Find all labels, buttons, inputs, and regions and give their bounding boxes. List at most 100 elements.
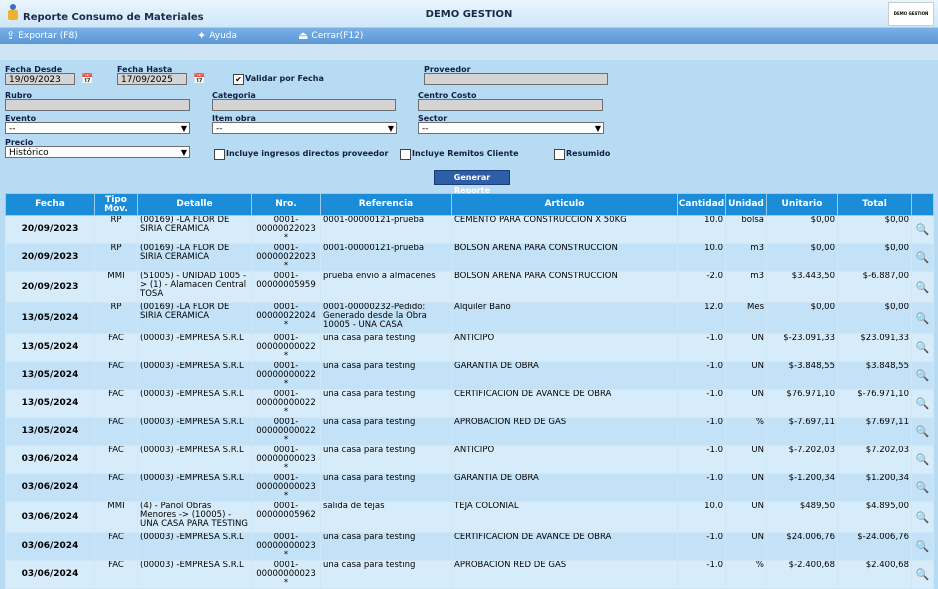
table-row[interactable]: 20/09/2023 RP (00169) -LA FLOR DE SIRIA CE… [5,215,934,244]
cell-unidad: UN [725,501,767,533]
cell-total: $4.895,00 [837,501,912,533]
fecha-desde-input[interactable]: 19/09/2023 [5,73,75,85]
cell-cantidad: -1.0 [677,417,726,446]
table-row[interactable]: 13/05/2024 FAC (00003) -EMPRESA S.R.L 0001-… [5,361,934,390]
resumido-checkbox[interactable] [554,149,565,160]
col-header[interactable]: Articulo [451,193,678,216]
cell-detalle: (4) - Pañol Obras Menores -> (10005) - U… [137,501,252,533]
cell-fecha: 03/06/2024 [5,560,95,589]
precio-select[interactable]: Histórico ▼ [5,146,190,158]
cell-tipo: FAC [94,333,138,362]
cell-fecha: 13/05/2024 [5,333,95,362]
chevron-down-icon: ▼ [594,124,601,133]
col-header[interactable]: Total [837,193,912,216]
cell-fecha: 20/09/2023 [5,271,95,303]
cell-fecha: 13/05/2024 [5,417,95,446]
row-detail-icon[interactable]: 🔍 [911,333,934,362]
col-header[interactable]: Detalle [137,193,252,216]
cell-total: $1.200,34 [837,473,912,502]
cell-total: $-6.887,00 [837,271,912,303]
row-detail-icon[interactable]: 🔍 [911,361,934,390]
cell-articulo: CEMENTO PARA CONSTRUCCION X 50KG [451,215,678,244]
table-row[interactable]: 20/09/2023 MMI (51005) - UNIDAD 1005 -> (1… [5,271,934,303]
cell-nro: 0001-00000000023 * [251,445,321,474]
cell-nro: 0001-00000000023 * [251,473,321,502]
cell-detalle: (00003) -EMPRESA S.R.L [137,445,252,474]
cell-nro: 0001-00000022023 * [251,215,321,244]
centro-costo-input[interactable] [418,99,603,111]
table-row[interactable]: 03/06/2024 FAC (00003) -EMPRESA S.R.L 0001-… [5,445,934,474]
row-detail-icon[interactable]: 🔍 [911,215,934,244]
col-header[interactable]: Unitario [766,193,838,216]
calendar-icon[interactable]: 📅 [81,73,94,86]
col-header[interactable]: Cantidad [677,193,726,216]
fecha-hasta-input[interactable]: 17/09/2025 [117,73,187,85]
cell-tipo: RP [94,302,138,334]
table-row[interactable]: 03/06/2024 FAC (00003) -EMPRESA S.R.L 0001-… [5,560,934,589]
cell-nro: 0001-00000022023 * [251,243,321,272]
row-detail-icon[interactable]: 🔍 [911,473,934,502]
cell-unidad: UN [725,361,767,390]
table-row[interactable]: 03/06/2024 FAC (00003) -EMPRESA S.R.L 0001-… [5,473,934,502]
export-button[interactable]: ⇪ Exportar (F8) [6,30,78,41]
table-row[interactable]: 20/09/2023 RP (00169) -LA FLOR DE SIRIA CE… [5,243,934,272]
row-detail-icon[interactable]: 🔍 [911,532,934,561]
row-detail-icon[interactable]: 🔍 [911,302,934,334]
cell-total: $23.091,33 [837,333,912,362]
evento-select[interactable]: -- ▼ [5,122,190,134]
cell-fecha: 03/06/2024 [5,532,95,561]
rubro-input[interactable] [5,99,190,111]
table-row[interactable]: 03/06/2024 MMI (4) - Pañol Obras Menores -… [5,501,934,533]
cell-nro: 0001-00000000022 * [251,333,321,362]
cell-total: $-24.006,76 [837,532,912,561]
proveedor-input[interactable] [424,73,608,85]
cell-unitario: $-7.697,11 [766,417,838,446]
col-header[interactable]: Referencia [320,193,452,216]
row-detail-icon[interactable]: 🔍 [911,417,934,446]
calendar-icon[interactable]: 📅 [193,73,206,86]
row-detail-icon[interactable]: 🔍 [911,243,934,272]
col-header[interactable]: Nro. [251,193,321,216]
sector-select[interactable]: -- ▼ [418,122,604,134]
cell-articulo: APROBACION RED DE GAS [451,560,678,589]
row-detail-icon[interactable]: 🔍 [911,389,934,418]
item-obra-select[interactable]: -- ▼ [212,122,397,134]
table-row[interactable]: 13/05/2024 FAC (00003) -EMPRESA S.R.L 0001-… [5,389,934,418]
generar-reporte-button[interactable]: Generar Reporte [434,170,510,195]
cell-detalle: (00169) -LA FLOR DE SIRIA CERAMICA [137,302,252,334]
row-detail-icon[interactable]: 🔍 [911,271,934,303]
chevron-down-icon: ▼ [180,148,187,157]
cell-unitario: $0,00 [766,243,838,272]
row-detail-icon[interactable]: 🔍 [911,445,934,474]
cell-unitario: $76.971,10 [766,389,838,418]
row-detail-icon[interactable]: 🔍 [911,501,934,533]
cell-unidad: UN [725,473,767,502]
help-button[interactable]: ✦ Ayuda [197,30,237,41]
cell-cantidad: -1.0 [677,473,726,502]
table-row[interactable]: 13/05/2024 FAC (00003) -EMPRESA S.R.L 0001-… [5,417,934,446]
incluye-remitos-checkbox[interactable] [400,149,411,160]
close-button[interactable]: ⏏ Cerrar(F12) [298,30,363,41]
cell-articulo: CERTIFICACION DE AVANCE DE OBRA [451,532,678,561]
cell-referencia: 0001-00000232-Pedido: Generado desde la … [320,302,452,334]
row-detail-icon[interactable]: 🔍 [911,560,934,589]
table-row[interactable]: 13/05/2024 RP (00169) -LA FLOR DE SIRIA CE… [5,302,934,334]
cell-nro: 0001-00000000023 * [251,532,321,561]
table-row[interactable]: 03/06/2024 FAC (00003) -EMPRESA S.R.L 0001-… [5,532,934,561]
table-row[interactable]: 13/05/2024 FAC (00003) -EMPRESA S.R.L 0001-… [5,333,934,362]
categoria-input[interactable] [212,99,396,111]
cell-tipo: MMI [94,501,138,533]
col-header[interactable]: Unidad [725,193,767,216]
cell-total: $0,00 [837,302,912,334]
cell-cantidad: -1.0 [677,389,726,418]
cell-articulo: BOLSON ARENA PARA CONSTRUCCION [451,271,678,303]
table-header-row: Fecha Tipo Mov. Detalle Nro. Referencia … [5,193,934,216]
cell-detalle: (00003) -EMPRESA S.R.L [137,389,252,418]
cell-cantidad: -1.0 [677,445,726,474]
col-header[interactable]: Fecha [5,193,95,216]
cell-tipo: RP [94,243,138,272]
cell-cantidad: -1.0 [677,361,726,390]
col-header[interactable]: Tipo Mov. [94,193,138,216]
incluye-ingresos-checkbox[interactable] [214,149,225,160]
validar-checkbox[interactable]: ✔ [233,74,244,85]
